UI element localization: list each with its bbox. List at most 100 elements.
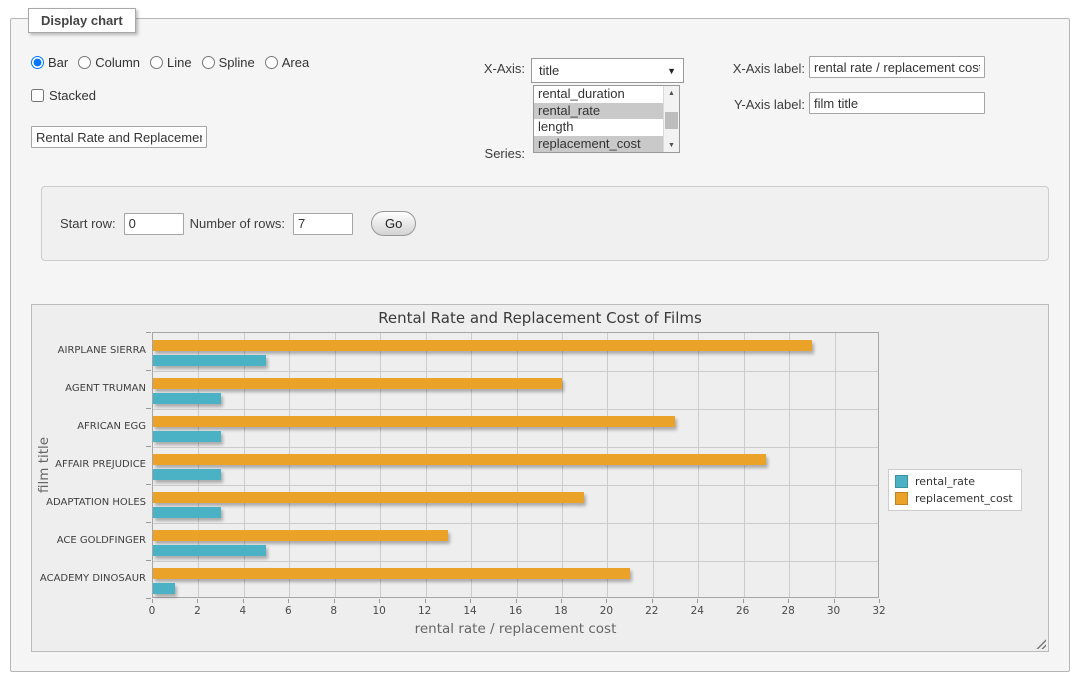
axis-tick xyxy=(146,446,151,447)
x-tick-label: 28 xyxy=(768,605,808,617)
page: Display chart Bar Column Line Spline Area St… xyxy=(0,0,1081,681)
gridline xyxy=(153,561,878,562)
scroll-up-arrow-icon[interactable]: ▲ xyxy=(664,86,679,100)
y-tick-label: AIRPLANE SIERRA xyxy=(36,345,146,356)
gridline xyxy=(426,333,427,597)
axis-tick xyxy=(288,599,289,603)
number-of-rows-input[interactable] xyxy=(293,213,353,235)
x-tick-label: 14 xyxy=(450,605,490,617)
chart-type-option-label: Spline xyxy=(219,55,255,70)
chart-type-option-label: Bar xyxy=(48,55,68,70)
chart-type-option-area[interactable]: Area xyxy=(265,55,309,70)
fieldset-legend: Display chart xyxy=(28,8,136,33)
chart-type-radio-line[interactable] xyxy=(150,56,163,69)
axis-tick xyxy=(152,599,153,603)
axis-tick xyxy=(334,599,335,603)
start-row-input[interactable] xyxy=(124,213,184,235)
bar-rental_rate-6 xyxy=(153,583,175,594)
axis-tick xyxy=(243,599,244,603)
x-tick-label: 24 xyxy=(677,605,717,617)
scroll-down-arrow-icon[interactable]: ▼ xyxy=(664,138,679,152)
gridline xyxy=(289,333,290,597)
chart-type-radio-spline[interactable] xyxy=(202,56,215,69)
chart-type-option-column[interactable]: Column xyxy=(78,55,140,70)
x-axis-select-value: title xyxy=(539,63,667,78)
x-tick-label: 18 xyxy=(541,605,581,617)
axis-tick xyxy=(146,370,151,371)
gridline xyxy=(471,333,472,597)
axis-tick xyxy=(652,599,653,603)
gridline xyxy=(835,333,836,597)
series-option-rental_duration[interactable]: rental_duration xyxy=(534,86,663,103)
x-tick-label: 26 xyxy=(723,605,763,617)
stacked-checkbox[interactable] xyxy=(31,89,44,102)
resize-handle-icon[interactable] xyxy=(1035,638,1046,649)
x-tick-label: 16 xyxy=(496,605,536,617)
x-tick-label: 12 xyxy=(405,605,445,617)
chart-title: Rental Rate and Replacement Cost of Film… xyxy=(32,309,1048,327)
axis-tick xyxy=(146,598,151,599)
axis-tick xyxy=(146,408,151,409)
axis-tick xyxy=(788,599,789,603)
chart-x-axis-title: rental rate / replacement cost xyxy=(152,621,879,637)
go-button[interactable]: Go xyxy=(371,211,416,236)
series-option-length[interactable]: length xyxy=(534,119,663,136)
series-scrollbar[interactable]: ▲ ▼ xyxy=(663,86,679,152)
y-tick-label: ACADEMY DINOSAUR xyxy=(36,573,146,584)
y-tick-label: ACE GOLDFINGER xyxy=(36,535,146,546)
chart-grid xyxy=(152,332,879,598)
row-range-fieldset: Start row: Number of rows: Go xyxy=(41,186,1049,261)
axis-tick xyxy=(146,332,151,333)
legend-label: replacement_cost xyxy=(915,492,1013,505)
series-option-rental_rate[interactable]: rental_rate xyxy=(534,103,663,120)
series-list-label: Series: xyxy=(425,146,525,161)
gridline xyxy=(744,333,745,597)
bar-replacement_cost-6 xyxy=(153,568,630,579)
gridline xyxy=(153,485,878,486)
axis-tick xyxy=(561,599,562,603)
x-axis-select-label: X-Axis: xyxy=(425,61,525,76)
gridline xyxy=(607,333,608,597)
x-axis-label-input[interactable] xyxy=(809,56,985,78)
axis-tick xyxy=(834,599,835,603)
bar-rental_rate-1 xyxy=(153,393,221,404)
chart-type-radiogroup: Bar Column Line Spline Area xyxy=(31,55,309,70)
gridline xyxy=(335,333,336,597)
chart-type-option-line[interactable]: Line xyxy=(150,55,192,70)
series-multiselect[interactable]: rental_durationrental_ratelengthreplacem… xyxy=(533,85,680,153)
chart-type-option-bar[interactable]: Bar xyxy=(31,55,68,70)
series-options: rental_durationrental_ratelengthreplacem… xyxy=(534,86,663,152)
bar-replacement_cost-0 xyxy=(153,340,812,351)
gridline xyxy=(244,333,245,597)
x-axis-select[interactable]: title ▼ xyxy=(531,58,684,83)
y-axis-label-input[interactable] xyxy=(809,92,985,114)
axis-tick xyxy=(697,599,698,603)
start-row-label: Start row: xyxy=(60,216,116,231)
axis-tick xyxy=(146,484,151,485)
bar-replacement_cost-5 xyxy=(153,530,448,541)
legend-entry-rental_rate: rental_rate xyxy=(895,475,1013,488)
bar-replacement_cost-1 xyxy=(153,378,562,389)
bar-replacement_cost-4 xyxy=(153,492,584,503)
stacked-option[interactable]: Stacked xyxy=(31,88,96,103)
chart-type-radio-bar[interactable] xyxy=(31,56,44,69)
legend-entry-replacement_cost: replacement_cost xyxy=(895,492,1013,505)
y-tick-label: AGENT TRUMAN xyxy=(36,383,146,394)
axis-tick xyxy=(470,599,471,603)
x-axis-label-label: X-Axis label: xyxy=(697,61,805,76)
x-tick-label: 4 xyxy=(223,605,263,617)
scrollbar-thumb[interactable] xyxy=(665,112,678,129)
series-option-replacement_cost[interactable]: replacement_cost xyxy=(534,136,663,153)
chart-type-option-label: Area xyxy=(282,55,309,70)
chart-type-radio-column[interactable] xyxy=(78,56,91,69)
legend-swatch xyxy=(895,475,908,488)
chart-title-input[interactable] xyxy=(31,126,207,148)
axis-tick xyxy=(146,560,151,561)
axis-tick xyxy=(379,599,380,603)
x-tick-label: 10 xyxy=(359,605,399,617)
chart-type-option-spline[interactable]: Spline xyxy=(202,55,255,70)
bar-replacement_cost-2 xyxy=(153,416,675,427)
legend-label: rental_rate xyxy=(915,475,975,488)
chevron-down-icon: ▼ xyxy=(667,66,676,76)
chart-type-radio-area[interactable] xyxy=(265,56,278,69)
